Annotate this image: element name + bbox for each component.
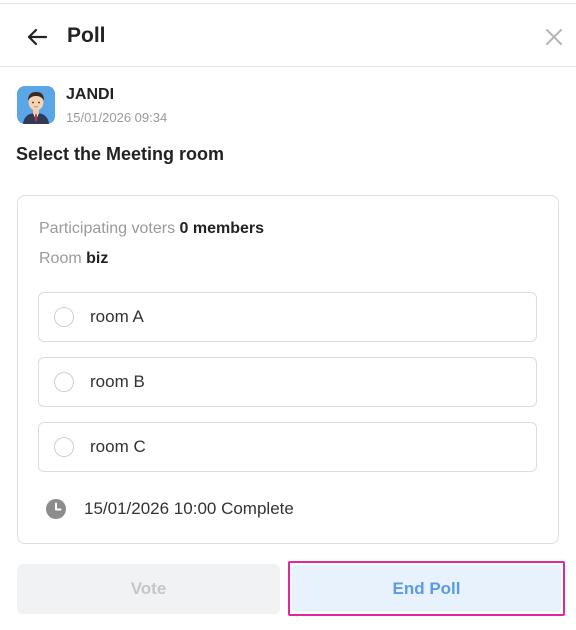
voters-label: Participating voters	[39, 220, 176, 237]
user-avatar-icon	[17, 86, 55, 124]
poll-option-room-b[interactable]: room B	[38, 357, 537, 407]
room-label: Room	[39, 250, 82, 267]
participating-voters: Participating voters 0 members	[39, 219, 264, 239]
voters-count: 0 members	[179, 220, 265, 237]
author-name: JANDI	[66, 86, 115, 103]
close-icon	[546, 29, 562, 45]
vote-button[interactable]: Vote	[17, 564, 280, 614]
poll-question: Select the Meeting room	[16, 144, 225, 164]
poll-deadline: 15/01/2026 10:00 Complete	[45, 498, 294, 520]
post-timestamp: 15/01/2026 09:34	[66, 110, 168, 125]
poll-card: Participating voters 0 members Room biz …	[17, 195, 559, 544]
room-value: biz	[86, 250, 109, 267]
radio-button[interactable]	[54, 372, 74, 392]
deadline-text: 15/01/2026 10:00 Complete	[84, 499, 294, 518]
poll-header: Poll	[0, 4, 576, 67]
avatar	[17, 86, 55, 124]
radio-button[interactable]	[54, 307, 74, 327]
radio-button[interactable]	[54, 437, 74, 457]
poll-option-room-a[interactable]: room A	[38, 292, 537, 342]
poll-room: Room biz	[39, 249, 108, 269]
option-label: room B	[90, 372, 145, 391]
close-button[interactable]	[541, 24, 567, 50]
page-title: Poll	[67, 24, 106, 47]
end-poll-button[interactable]: End Poll	[292, 565, 561, 612]
clock-icon	[46, 499, 66, 519]
option-label: room A	[90, 307, 144, 326]
poll-option-room-c[interactable]: room C	[38, 422, 537, 472]
option-label: room C	[90, 437, 146, 456]
arrow-left-icon	[27, 28, 48, 46]
back-button[interactable]	[22, 22, 52, 52]
